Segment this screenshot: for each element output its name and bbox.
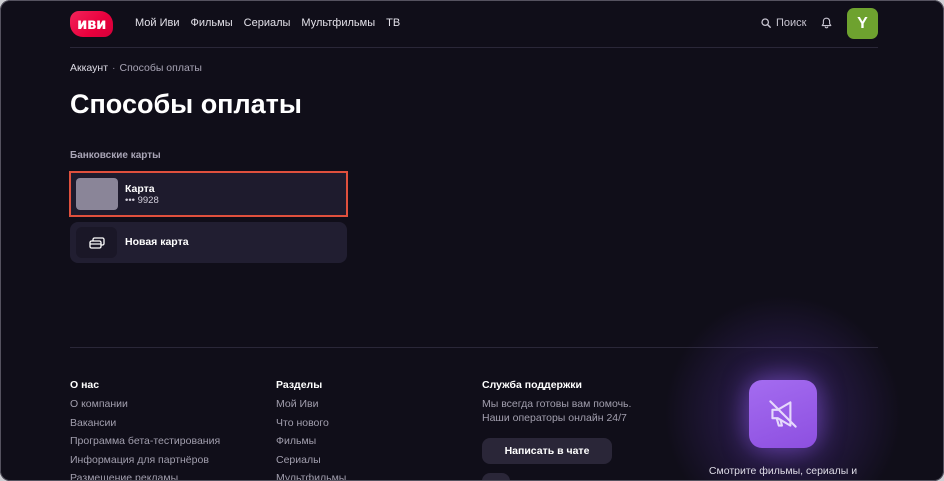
footer-link-beta-program[interactable]: Программа бета-тестирования: [70, 432, 260, 451]
app-window: иви Мой Иви Фильмы Сериалы Мультфильмы Т…: [0, 0, 944, 481]
footer-sections-links: Мой Иви Что нового Фильмы Сериалы Мультф…: [276, 395, 466, 481]
footer-link-movies[interactable]: Фильмы: [276, 432, 466, 451]
footer-sections-title: Разделы: [276, 379, 323, 391]
footer-support-title: Служба поддержки: [482, 379, 582, 391]
footer-link-series[interactable]: Сериалы: [276, 451, 466, 470]
add-new-card-button[interactable]: Новая карта: [70, 222, 347, 263]
bank-cards-section-label: Банковские карты: [70, 150, 161, 161]
promo-icon-tile: [749, 380, 817, 448]
footer-link-vacancies[interactable]: Вакансии: [70, 414, 260, 433]
credit-card-add-icon: [88, 236, 105, 249]
support-line-2: Наши операторы онлайн 24/7: [482, 412, 627, 424]
nav-item-cartoons[interactable]: Мультфильмы: [301, 16, 375, 30]
search-label: Поиск: [776, 17, 807, 29]
footer-about-links: О компании Вакансии Программа бета-тести…: [70, 395, 260, 481]
chat-support-button[interactable]: Написать в чате: [482, 438, 612, 464]
main-nav: Мой Иви Фильмы Сериалы Мультфильмы ТВ: [135, 16, 400, 30]
nav-item-movies[interactable]: Фильмы: [191, 16, 233, 30]
breadcrumb-current: Способы оплаты: [119, 62, 202, 74]
footer-about-title: О нас: [70, 379, 100, 391]
megaphone-off-icon: [769, 400, 797, 428]
footer-link-about-company[interactable]: О компании: [70, 395, 260, 414]
footer-link-cartoons[interactable]: Мультфильмы: [276, 469, 466, 481]
search-button[interactable]: Поиск: [761, 16, 806, 30]
saved-card-item[interactable]: Карта ••• 9928: [69, 171, 348, 217]
card-title: Карта: [125, 183, 155, 195]
notifications-button[interactable]: [821, 17, 832, 29]
card-thumbnail: [76, 178, 118, 210]
support-line-1: Мы всегда готовы вам помочь.: [482, 398, 632, 410]
footer-link-my-ivi[interactable]: Мой Иви: [276, 395, 466, 414]
new-card-label: Новая карта: [125, 236, 189, 248]
nav-item-my-ivi[interactable]: Мой Иви: [135, 16, 180, 30]
logo-text: иви: [76, 15, 107, 33]
support-secondary-button[interactable]: [482, 473, 510, 481]
ivi-logo[interactable]: иви: [70, 11, 113, 37]
footer-link-whats-new[interactable]: Что нового: [276, 414, 466, 433]
new-card-icon-box: [76, 227, 117, 258]
breadcrumb-account-link[interactable]: Аккаунт: [70, 62, 108, 74]
chat-support-button-label: Написать в чате: [504, 445, 590, 457]
search-icon: [761, 18, 771, 28]
footer-support-text: Мы всегда готовы вам помочь. Наши операт…: [482, 397, 672, 425]
avatar[interactable]: Y: [847, 8, 878, 39]
page-title: Способы оплаты: [70, 89, 302, 119]
footer-link-advertising[interactable]: Размещение рекламы: [70, 469, 260, 481]
nav-item-series[interactable]: Сериалы: [244, 16, 291, 30]
bell-icon: [821, 17, 832, 29]
nav-item-tv[interactable]: ТВ: [386, 16, 400, 30]
promo-text: Смотрите фильмы, сериалы и: [708, 465, 858, 477]
breadcrumb-separator: ·: [112, 62, 116, 74]
footer-link-partners-info[interactable]: Информация для партнёров: [70, 451, 260, 470]
avatar-letter: Y: [857, 15, 868, 32]
breadcrumb: Аккаунт · Способы оплаты: [70, 62, 202, 74]
header-divider: [70, 47, 878, 48]
card-number-masked: ••• 9928: [125, 195, 159, 206]
